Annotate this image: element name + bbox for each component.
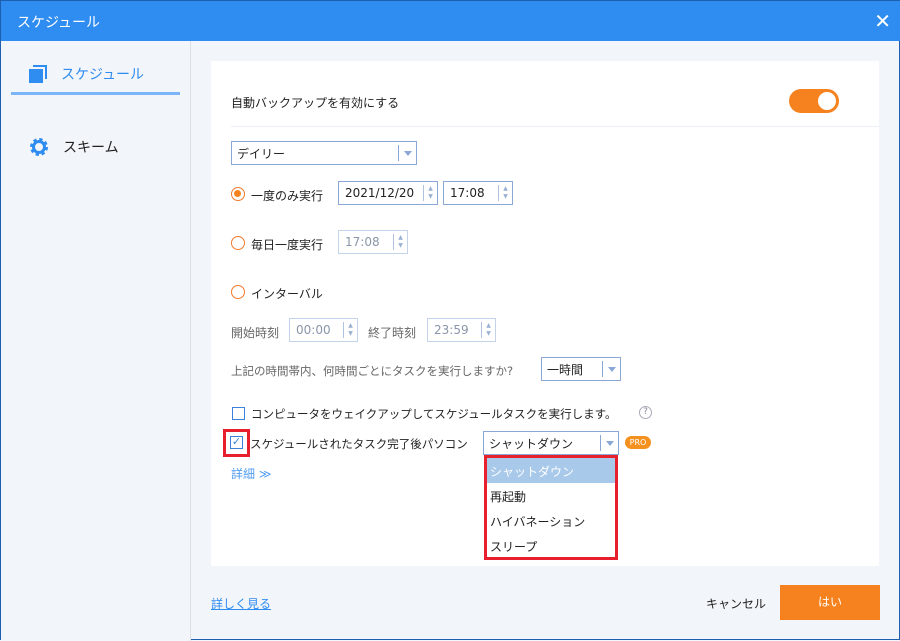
chevron-down-icon — [602, 361, 620, 377]
interval-select[interactable]: 一時間 — [541, 357, 621, 381]
after-task-label: スケジュールされたタスク完了後パソコン — [250, 437, 468, 451]
sidebar-item-label: スケジュール — [61, 66, 145, 83]
start-time-value: 00:00 — [296, 323, 331, 337]
spinner-icon[interactable]: ▲ ▼ — [343, 322, 357, 338]
window-title: スケジュール — [17, 15, 101, 31]
once-time-input[interactable]: 17:08 ▲ ▼ — [443, 181, 513, 205]
details-link[interactable]: 詳細 ≫ — [231, 465, 271, 482]
chevron-down-icon — [398, 145, 416, 161]
auto-backup-label: 自動バックアップを有効にする — [231, 96, 400, 110]
option-sleep[interactable]: スリープ — [487, 533, 615, 558]
end-time-input[interactable]: 23:59 ▲ ▼ — [427, 318, 496, 342]
daily-label: 毎日一度実行 — [251, 238, 324, 252]
spinner-icon[interactable]: ▲ ▼ — [498, 185, 512, 201]
sidebar-item-label: スキーム — [63, 140, 119, 156]
once-time-value: 17:08 — [450, 186, 485, 200]
spinner-icon[interactable]: ▲ ▼ — [393, 234, 407, 250]
option-hibernate[interactable]: ハイバネーション — [487, 508, 615, 533]
spinner-icon[interactable]: ▲ ▼ — [481, 322, 495, 338]
wake-checkbox[interactable] — [232, 407, 245, 420]
interval-question: 上記の時間帯内、何時間ごとにタスクを実行しますか? — [231, 364, 514, 378]
start-time-input[interactable]: 00:00 ▲ ▼ — [289, 318, 358, 342]
spinner-icon[interactable]: ▲ ▼ — [423, 185, 437, 201]
once-label: 一度のみ実行 — [251, 189, 324, 203]
close-icon[interactable]: ✕ — [874, 9, 891, 33]
learn-more-link[interactable]: 詳しく見る — [211, 595, 271, 612]
after-task-dropdown: シャットダウン 再起動 ハイバネーション スリープ — [484, 455, 618, 560]
auto-backup-toggle[interactable] — [789, 89, 839, 113]
daily-time-value: 17:08 — [345, 235, 380, 249]
interval-label: インターバル — [251, 287, 323, 301]
frequency-select[interactable]: デイリー — [231, 141, 417, 165]
chevron-down-icon — [600, 435, 618, 451]
schedule-icon — [29, 64, 47, 83]
help-icon[interactable]: ? — [639, 406, 652, 419]
end-time-label: 終了時刻 — [368, 326, 417, 340]
cancel-button[interactable]: キャンセル — [706, 595, 766, 612]
schedule-panel: 自動バックアップを有効にする デイリー 一度のみ実行 2021/12/20 ▲ ▼ … — [211, 61, 879, 566]
radio-interval[interactable] — [231, 285, 245, 299]
end-time-value: 23:59 — [434, 323, 469, 337]
start-time-label: 開始時刻 — [231, 326, 280, 340]
pro-badge: PRO — [625, 436, 651, 449]
daily-time-input[interactable]: 17:08 ▲ ▼ — [338, 230, 408, 254]
after-task-value: シャットダウン — [489, 436, 574, 451]
once-date-value: 2021/12/20 — [345, 186, 415, 200]
title-bar: スケジュール ✕ — [1, 1, 900, 41]
option-shutdown[interactable]: シャットダウン — [487, 458, 615, 483]
after-task-select[interactable]: シャットダウン — [483, 431, 619, 455]
after-task-checkbox[interactable]: ✓ — [230, 436, 243, 449]
option-restart[interactable]: 再起動 — [487, 483, 615, 508]
ok-button[interactable]: はい — [780, 585, 880, 620]
once-date-input[interactable]: 2021/12/20 ▲ ▼ — [338, 181, 438, 205]
divider — [231, 126, 879, 127]
sidebar: スケジュール スキーム — [1, 41, 191, 641]
sidebar-item-scheme[interactable]: スキーム — [11, 127, 180, 167]
radio-daily[interactable] — [231, 236, 245, 250]
sidebar-item-schedule[interactable]: スケジュール — [11, 55, 180, 95]
gear-icon — [30, 138, 48, 156]
radio-once[interactable] — [231, 187, 245, 201]
interval-value: 一時間 — [547, 362, 584, 377]
wake-label: コンピュータをウェイクアップしてスケジュールタスクを実行します。 — [251, 407, 617, 421]
frequency-value: デイリー — [237, 146, 286, 161]
